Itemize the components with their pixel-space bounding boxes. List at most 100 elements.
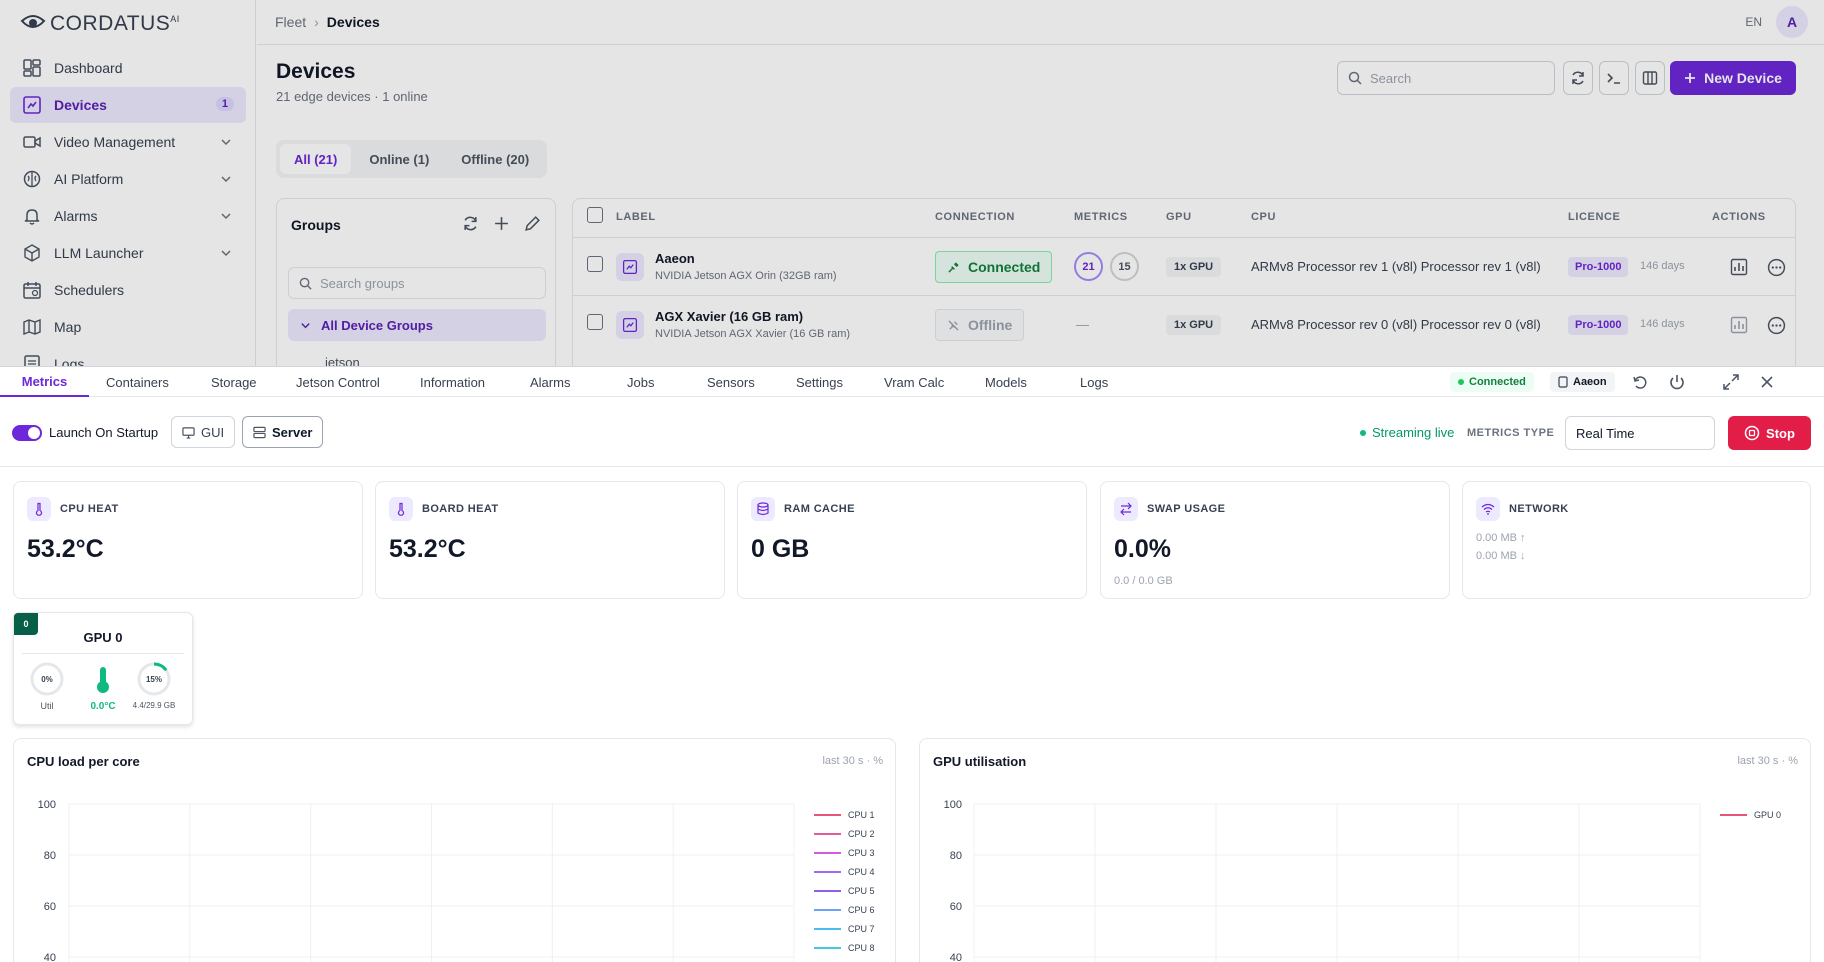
metrics-type-select[interactable]: Real Time [1565,416,1715,450]
tab-alarms[interactable]: Alarms [530,367,570,397]
breadcrumb-fleet[interactable]: Fleet [275,14,306,30]
expand-icon[interactable] [1722,373,1740,391]
row-checkbox[interactable] [587,256,603,272]
device-name[interactable]: AGX Xavier (16 GB ram) [655,309,803,324]
swap-icon [1114,497,1138,521]
legend-label[interactable]: CPU 3 [848,848,875,858]
licence-badge: Pro-1000 [1568,257,1629,277]
sidebar-item-ai-platform[interactable]: AI Platform [10,161,246,197]
tab-sensors[interactable]: Sensors [707,367,755,397]
database-icon [751,497,775,521]
sidebar-item-map[interactable]: Map [10,309,246,345]
gui-button[interactable]: GUI [171,416,236,448]
legend-label[interactable]: CPU 2 [848,829,875,839]
legend-label[interactable]: GPU 0 [1754,810,1781,820]
swap-usage-card: SWAP USAGE 0.0% 0.0 / 0.0 GB [1100,481,1450,599]
groups-search-input[interactable]: Search groups [288,267,546,299]
network-label: NETWORK [1509,503,1569,515]
filter-all[interactable]: All (21) [280,144,352,174]
legend-label[interactable]: CPU 5 [848,886,875,896]
sidebar-item-llm-launcher[interactable]: LLM Launcher [10,235,246,271]
sidebar-item-devices[interactable]: Devices 1 [10,87,246,123]
select-all-checkbox[interactable] [587,207,603,223]
devices-count-badge: 1 [215,97,234,111]
terminal-button[interactable] [1599,61,1629,95]
col-metrics[interactable]: METRICS [1074,211,1128,223]
connection-status-chip: Connected [1450,372,1534,392]
sidebar-item-alarms[interactable]: Alarms [10,198,246,234]
col-connection[interactable]: CONNECTION [935,211,1015,223]
y-tick-label: 60 [44,901,56,913]
stop-button[interactable]: Stop [1728,416,1811,450]
header-divider [573,237,1795,238]
plus-icon [1685,73,1696,83]
tab-information[interactable]: Information [420,367,485,397]
col-label[interactable]: LABEL [616,211,656,223]
group-item-jetson[interactable]: jetson [325,355,360,366]
filter-offline[interactable]: Offline (20) [447,144,543,174]
stop-label: Stop [1766,425,1795,441]
col-cpu[interactable]: CPU [1251,211,1276,223]
tab-logs[interactable]: Logs [1080,367,1108,397]
sidebar-item-dashboard[interactable]: Dashboard [10,50,246,86]
sidebar-item-label: Video Management [54,134,176,150]
metric-count-primary[interactable]: 21 [1074,252,1103,281]
logo-icon [20,15,46,28]
plus-icon[interactable] [493,215,510,232]
legend-label[interactable]: CPU 7 [848,924,875,934]
new-device-button[interactable]: New Device [1670,61,1796,95]
server-button[interactable]: Server [242,416,324,448]
all-device-groups-item[interactable]: All Device Groups [288,309,546,341]
sidebar: CORDATUSAI Dashboard Devices 1 Video Man… [0,0,256,366]
launch-on-startup-toggle[interactable] [12,425,42,441]
col-licence[interactable]: LICENCE [1568,211,1620,223]
ram-cache-card: RAM CACHE 0 GB [737,481,1087,599]
power-icon[interactable] [1668,373,1686,391]
y-tick-label: 100 [944,799,962,811]
legend-label[interactable]: CPU 1 [848,810,875,820]
more-options-icon[interactable] [1767,258,1786,277]
refresh-button[interactable] [1563,61,1593,95]
tab-settings[interactable]: Settings [796,367,843,397]
chart-icon[interactable] [1730,258,1748,276]
device-model: NVIDIA Jetson AGX Orin (32GB ram) [655,270,837,282]
row-checkbox[interactable] [587,314,603,330]
restart-icon[interactable] [1631,373,1649,391]
tab-models[interactable]: Models [985,367,1027,397]
tab-containers[interactable]: Containers [106,367,169,397]
tab-vram-calc[interactable]: Vram Calc [884,367,944,397]
pencil-icon[interactable] [524,215,541,232]
language-selector[interactable]: EN [1745,15,1762,29]
sidebar-item-video-management[interactable]: Video Management [10,124,246,160]
gpu-card[interactable]: 0 GPU 0 0% Util 0.0°C 15% 4.4/29.9 GB [13,612,193,725]
brain-icon [23,170,41,188]
col-gpu[interactable]: GPU [1166,211,1192,223]
device-name[interactable]: Aaeon [655,251,695,266]
search-input[interactable]: Search [1337,61,1555,95]
sidebar-item-logs[interactable]: Logs [10,346,246,366]
filter-online[interactable]: Online (1) [355,144,443,174]
legend-label[interactable]: CPU 4 [848,867,875,877]
refresh-icon[interactable] [462,215,479,232]
phone-icon [1558,376,1568,388]
avatar[interactable]: A [1776,6,1808,38]
ram-cache-value: 0 GB [751,535,810,563]
groups-panel: Groups Search groups All Device Groups j… [276,198,556,366]
legend-label[interactable]: CPU 6 [848,905,875,915]
more-options-icon[interactable] [1767,316,1786,335]
app-logo[interactable]: CORDATUSAI [20,10,180,38]
page-subtitle: 21 edge devices · 1 online [276,89,428,104]
tab-jetson-control[interactable]: Jetson Control [296,367,380,397]
licence-days: 146 days [1640,260,1685,272]
connection-label: Offline [968,317,1013,333]
close-icon[interactable] [1758,373,1776,391]
tab-storage[interactable]: Storage [211,367,257,397]
legend-label[interactable]: CPU 8 [848,943,875,953]
chart-icon[interactable] [1730,316,1748,334]
chevron-down-icon [221,213,231,220]
metric-count-secondary[interactable]: 15 [1110,252,1139,281]
tab-jobs[interactable]: Jobs [627,367,654,397]
sidebar-item-schedulers[interactable]: Schedulers [10,272,246,308]
columns-button[interactable] [1635,61,1665,95]
tab-metrics[interactable]: Metrics [0,367,89,397]
